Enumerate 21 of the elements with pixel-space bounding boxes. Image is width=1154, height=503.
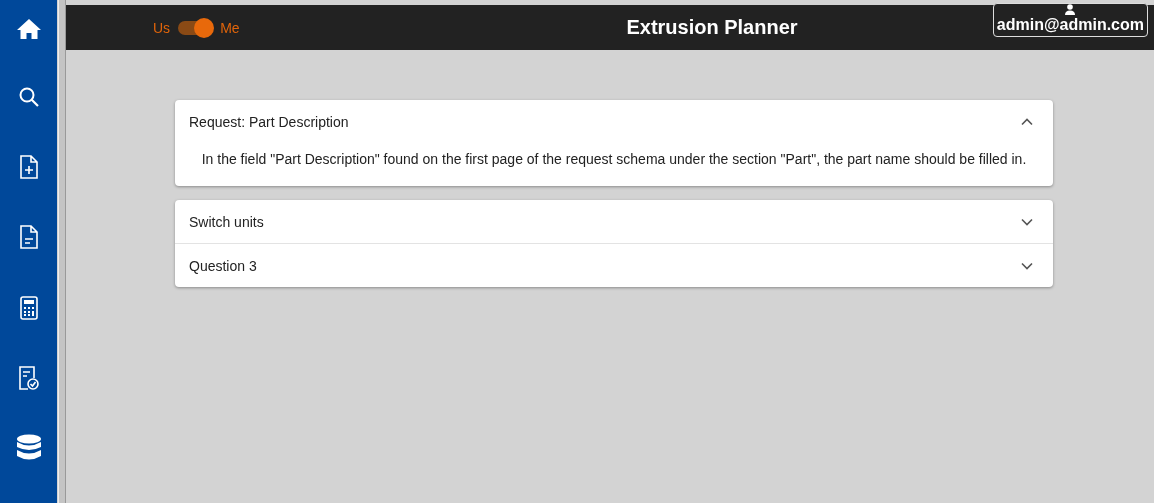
user-icon bbox=[1065, 4, 1076, 15]
file-icon bbox=[19, 225, 38, 250]
scrollbar[interactable] bbox=[58, 0, 66, 503]
database-icon bbox=[15, 433, 42, 462]
toggle-label: Us bbox=[153, 19, 171, 36]
file-check-icon bbox=[18, 365, 39, 390]
accordion-header[interactable]: Question 3 bbox=[175, 244, 1053, 287]
toggle-label: Me bbox=[220, 19, 240, 36]
file-plus-icon bbox=[19, 155, 38, 180]
toggle-switch[interactable] bbox=[178, 20, 213, 35]
home-icon bbox=[15, 18, 42, 41]
answer-text: In the field "Part Description" found on the first page of the request schema under the section "Part", the part name should be filled in. bbox=[200, 150, 1028, 169]
accordion-header[interactable]: Request: Part Description bbox=[175, 100, 1053, 143]
calculator-icon bbox=[19, 295, 38, 320]
search-icon bbox=[17, 85, 40, 108]
chevron-down-icon bbox=[1021, 217, 1033, 226]
app-title: Extrusion Planner bbox=[625, 16, 799, 39]
user-button[interactable]: admin@admin.com bbox=[992, 3, 1148, 37]
chevron-down-icon bbox=[1021, 261, 1033, 270]
accordion-header[interactable]: Switch units bbox=[175, 200, 1053, 243]
chevron-up-icon bbox=[1021, 117, 1033, 126]
